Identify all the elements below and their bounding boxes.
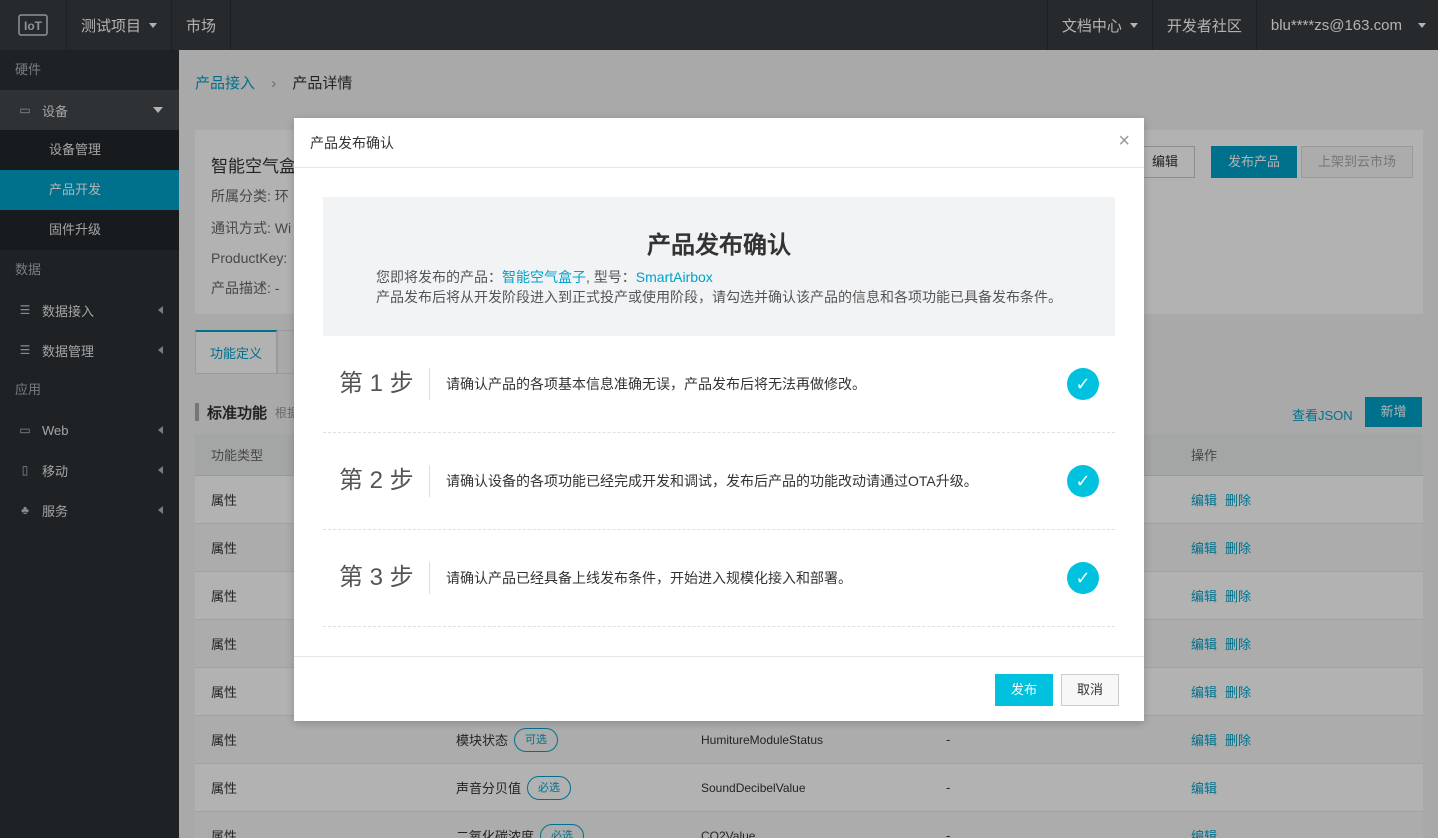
dialog-title: 产品发布确认 — [310, 134, 394, 151]
step-2: 第 2 步 请确认设备的各项功能已经完成开发和调试，发布后产品的功能改动请通过O… — [323, 433, 1115, 530]
step-2-text: 请确认设备的各项功能已经完成开发和调试，发布后产品的功能改动请通过OTA升级。 — [446, 473, 978, 489]
publish-summary: 产品发布确认 您即将发布的产品：智能空气盒子, 型号：SmartAirbox 产… — [323, 197, 1115, 336]
step-3-label: 第 3 步 — [323, 562, 430, 594]
close-icon[interactable]: × — [1118, 130, 1130, 153]
step-3: 第 3 步 请确认产品已经具备上线发布条件，开始进入规模化接入和部署。 ✓ — [323, 530, 1115, 627]
step-1: 第 1 步 请确认产品的各项基本信息准确无误，产品发布后将无法再做修改。 ✓ — [323, 336, 1115, 433]
confirm-publish-button[interactable]: 发布 — [995, 674, 1053, 706]
publish-confirm-dialog: 产品发布确认 × 产品发布确认 您即将发布的产品：智能空气盒子, 型号：Smar… — [294, 118, 1144, 721]
step-2-label: 第 2 步 — [323, 465, 430, 497]
check-icon[interactable]: ✓ — [1067, 368, 1099, 400]
dialog-header: 产品发布确认 — [294, 118, 1144, 168]
summary-product-name: 智能空气盒子 — [502, 269, 586, 285]
check-icon[interactable]: ✓ — [1067, 465, 1099, 497]
summary-product-line: 您即将发布的产品：智能空气盒子, 型号：SmartAirbox — [376, 267, 713, 287]
step-3-text: 请确认产品已经具备上线发布条件，开始进入规模化接入和部署。 — [446, 570, 852, 586]
summary-model: SmartAirbox — [635, 269, 713, 285]
summary-heading: 产品发布确认 — [647, 232, 791, 259]
step-1-text: 请确认产品的各项基本信息准确无误，产品发布后将无法再做修改。 — [446, 376, 866, 392]
summary-mid: , 型号： — [586, 269, 636, 285]
step-1-label: 第 1 步 — [323, 368, 430, 400]
summary-prefix: 您即将发布的产品： — [376, 269, 502, 285]
check-icon[interactable]: ✓ — [1067, 562, 1099, 594]
summary-note: 产品发布后将从开发阶段进入到正式投产或使用阶段，请勾选并确认该产品的信息和各项功… — [376, 289, 1062, 305]
dialog-footer: 发布 取消 — [294, 656, 1144, 721]
cancel-button[interactable]: 取消 — [1061, 674, 1119, 706]
